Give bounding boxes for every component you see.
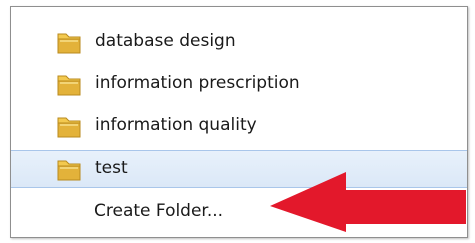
- folder-icon: [57, 160, 81, 181]
- folder-icon: [57, 75, 81, 96]
- screen: database design information prescription…: [0, 0, 475, 243]
- menu-item-label: test: [95, 158, 128, 178]
- create-folder-label: Create Folder...: [94, 201, 224, 221]
- folder-icon: [57, 117, 81, 138]
- folder-icon: [57, 33, 81, 54]
- menu-item-label: information quality: [95, 115, 257, 135]
- menu-item-database-design[interactable]: database design: [11, 24, 467, 62]
- menu-item-information-prescription[interactable]: information prescription: [11, 66, 467, 104]
- menu-item-information-quality[interactable]: information quality: [11, 108, 467, 146]
- menu-item-label: database design: [95, 31, 236, 51]
- red-arrow-icon: [270, 172, 466, 232]
- menu-item-label: information prescription: [95, 73, 300, 93]
